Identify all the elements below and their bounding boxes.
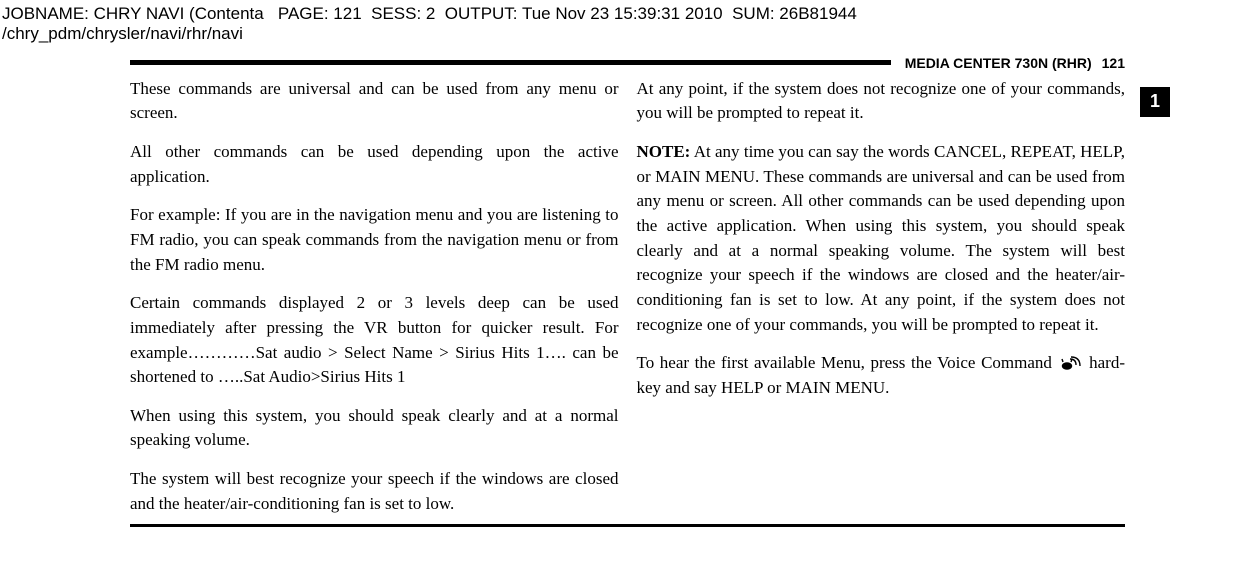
debug-line-1: JOBNAME: CHRY NAVI (Contenta PAGE: 121 S… <box>2 4 1243 24</box>
paragraph: When using this system, you should speak… <box>130 404 619 453</box>
header-title: MEDIA CENTER 730N (RHR) <box>891 55 1092 71</box>
page-content: MEDIA CENTER 730N (RHR) 121 These comman… <box>0 55 1245 528</box>
right-column: At any point, if the system does not rec… <box>637 77 1126 517</box>
footer-rule <box>130 524 1125 527</box>
body-columns: These commands are universal and can be … <box>130 77 1125 517</box>
note-text: At any time you can say the words CANCEL… <box>637 142 1126 333</box>
paragraph: All other commands can be used depending… <box>130 140 619 189</box>
section-tab: 1 <box>1140 87 1170 117</box>
paragraph: For example: If you are in the navigatio… <box>130 203 619 277</box>
paragraph: Certain commands displayed 2 or 3 levels… <box>130 291 619 390</box>
paragraph: At any point, if the system does not rec… <box>637 77 1126 126</box>
note-label: NOTE: <box>637 142 691 161</box>
debug-header: JOBNAME: CHRY NAVI (Contenta PAGE: 121 S… <box>0 0 1245 47</box>
paragraph: The system will best recognize your spee… <box>130 467 619 516</box>
header-rule <box>130 60 891 65</box>
paragraph-text: To hear the first available Menu, press … <box>637 353 1058 372</box>
paragraph: These commands are universal and can be … <box>130 77 619 126</box>
debug-line-2: /chry_pdm/chrysler/navi/rhr/navi <box>2 24 1243 44</box>
paragraph: To hear the first available Menu, press … <box>637 351 1126 400</box>
running-header: MEDIA CENTER 730N (RHR) 121 <box>130 55 1125 71</box>
note-paragraph: NOTE: At any time you can say the words … <box>637 140 1126 337</box>
left-column: These commands are universal and can be … <box>130 77 619 517</box>
voice-command-icon <box>1058 355 1084 373</box>
header-page-number: 121 <box>1092 55 1125 71</box>
